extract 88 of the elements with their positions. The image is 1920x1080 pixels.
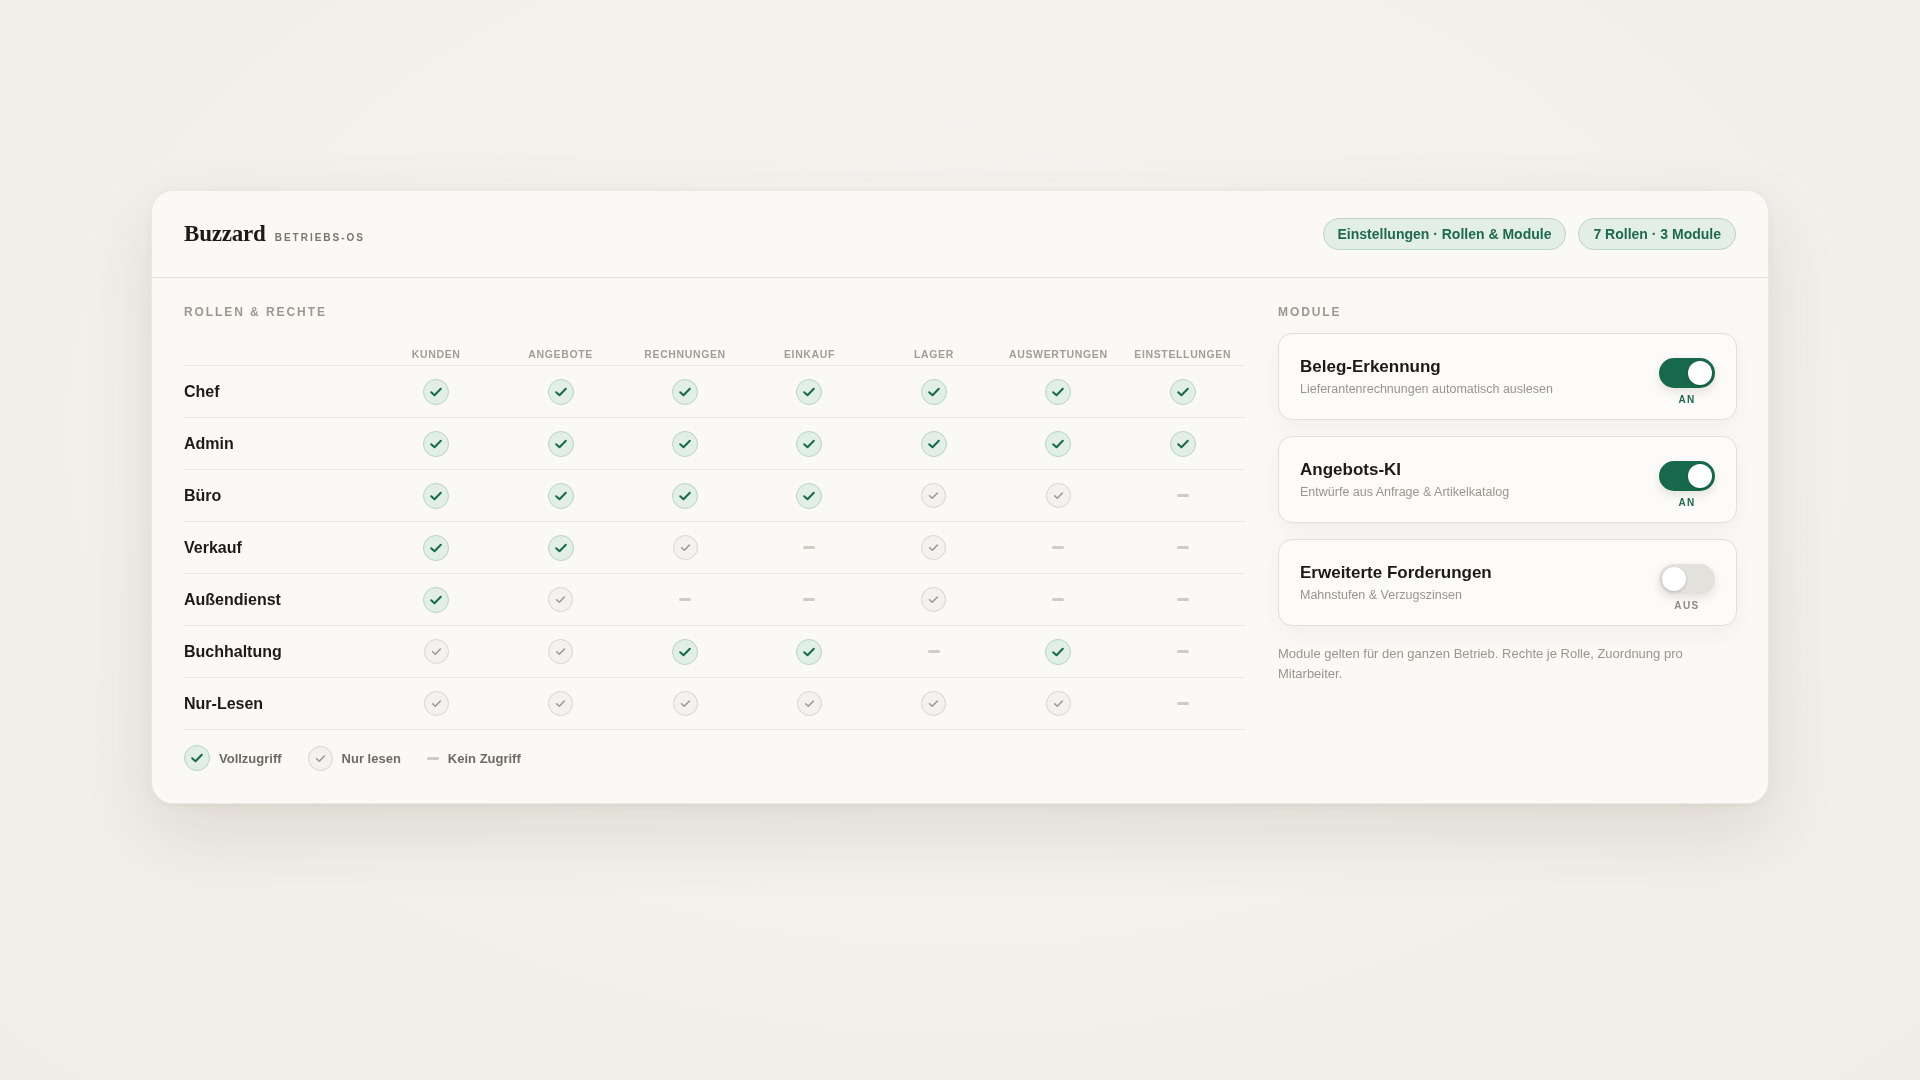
check-circle-icon	[797, 691, 822, 716]
role-name: Büro	[184, 486, 223, 505]
legend-label: Kein Zugriff	[447, 750, 521, 766]
toggle-state-label: AN	[1678, 393, 1696, 405]
module-title: Angebots-KI	[1300, 460, 1403, 480]
dash-icon	[1052, 598, 1065, 601]
check-circle-icon	[548, 691, 574, 716]
dash-icon	[927, 650, 940, 653]
check-circle-icon	[547, 378, 574, 405]
check-circle-icon	[672, 535, 698, 560]
check-circle-icon	[796, 378, 823, 405]
role-name: Verkauf	[184, 538, 243, 557]
role-name: Buchhaltung	[184, 642, 283, 661]
header-pill: 7 Rollen · 3 Module	[1578, 218, 1736, 250]
check-circle-icon	[547, 482, 574, 509]
check-circle-icon	[1045, 691, 1071, 716]
role-name: Chef	[184, 382, 221, 401]
check-circle-icon	[920, 430, 947, 457]
check-circle-icon	[921, 691, 947, 716]
check-circle-icon	[796, 638, 823, 665]
check-circle-icon	[184, 745, 210, 771]
section-title: ROLLEN & RECHTE	[184, 305, 328, 319]
dash-icon	[1176, 494, 1189, 497]
column-header: LAGER	[913, 346, 954, 361]
check-circle-icon	[672, 430, 699, 457]
column-header: AUSWERTUNGEN	[1009, 346, 1108, 361]
module-description: Entwürfe aus Anfrage & Artikelkatalog	[1300, 485, 1510, 499]
check-circle-icon	[796, 482, 823, 509]
toggle-switch[interactable]	[1659, 460, 1715, 491]
role-name: Nur-Lesen	[184, 694, 265, 713]
header-pill: Einstellungen · Rollen & Module	[1322, 218, 1567, 250]
check-circle-icon	[672, 378, 699, 405]
dash-icon	[1176, 598, 1189, 601]
check-circle-icon	[672, 638, 699, 665]
dash-icon	[426, 756, 439, 760]
column-header: RECHNUNGEN	[644, 346, 726, 361]
module-description: Mahnstufen & Verzugszinsen	[1300, 588, 1463, 602]
brand-name: Buzzard	[184, 221, 266, 247]
check-circle-icon	[796, 430, 823, 457]
check-circle-icon	[423, 378, 450, 405]
module-title: Erweiterte Forderungen	[1300, 563, 1492, 583]
check-circle-icon	[672, 691, 698, 716]
check-circle-icon	[672, 482, 699, 509]
check-circle-icon	[921, 483, 947, 508]
column-header: KUNDEN	[411, 346, 461, 361]
check-circle-icon	[1045, 483, 1071, 508]
check-circle-icon	[548, 587, 574, 612]
check-circle-icon	[423, 639, 449, 664]
dash-icon	[1176, 702, 1189, 705]
toggle-switch[interactable]	[1659, 357, 1715, 388]
brand-tagline: BETRIEBS-OS	[274, 232, 365, 243]
check-circle-icon	[423, 534, 450, 561]
dash-icon	[1176, 546, 1189, 549]
dash-icon	[803, 598, 816, 601]
check-circle-icon	[548, 639, 574, 664]
check-circle-icon	[423, 430, 450, 457]
role-name: Außendienst	[184, 590, 282, 609]
column-header: EINSTELLUNGEN	[1134, 346, 1232, 361]
dash-icon	[803, 546, 816, 549]
check-circle-icon	[423, 691, 449, 716]
section-title: MODULE	[1278, 305, 1343, 319]
toggle-state-label: AN	[1678, 496, 1696, 508]
check-circle-icon	[1169, 378, 1196, 405]
check-circle-icon	[1045, 378, 1072, 405]
toggle-state-label: AUS	[1674, 599, 1700, 611]
check-circle-icon	[921, 587, 947, 612]
check-circle-icon	[921, 535, 947, 560]
check-circle-icon	[423, 586, 450, 613]
check-circle-icon	[1045, 430, 1072, 457]
module-note: Module gelten für den ganzen Betrieb. Rechte je Rolle, Zuordnung pro Mitarbeiter.	[1278, 645, 1684, 683]
check-circle-icon	[307, 745, 333, 771]
dash-icon	[1176, 650, 1189, 653]
module-title: Beleg-Erkennung	[1300, 357, 1442, 377]
check-circle-icon	[920, 378, 947, 405]
dash-icon	[1052, 546, 1065, 549]
toggle-switch[interactable]	[1659, 563, 1715, 594]
module-description: Lieferantenrechnungen automatisch auslesen	[1300, 382, 1553, 396]
legend-label: Vollzugriff	[219, 750, 282, 766]
check-circle-icon	[423, 482, 450, 509]
check-circle-icon	[1169, 430, 1196, 457]
legend-label: Nur lesen	[341, 750, 401, 766]
check-circle-icon	[1045, 638, 1072, 665]
role-name: Admin	[184, 434, 235, 453]
dash-icon	[679, 598, 692, 601]
column-header: EINKAUF	[783, 346, 836, 361]
column-header: ANGEBOTE	[528, 346, 593, 361]
check-circle-icon	[547, 430, 574, 457]
check-circle-icon	[547, 534, 574, 561]
